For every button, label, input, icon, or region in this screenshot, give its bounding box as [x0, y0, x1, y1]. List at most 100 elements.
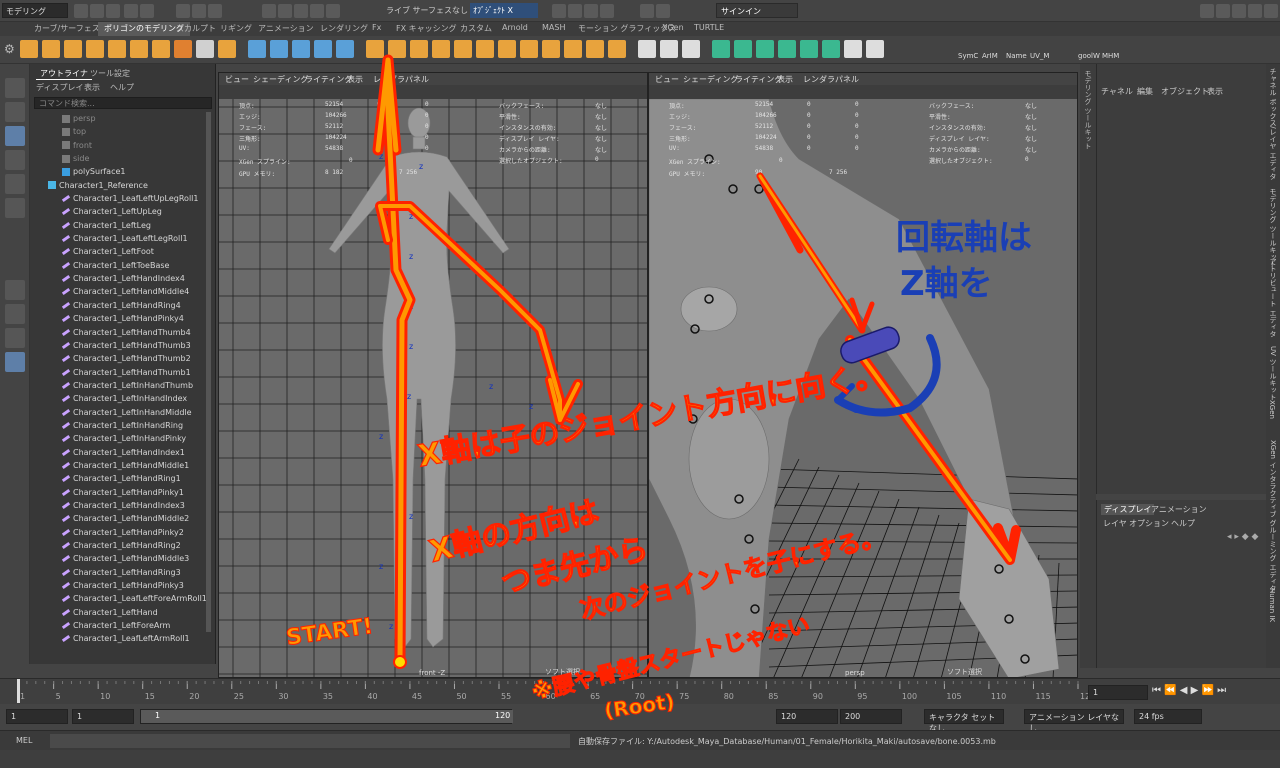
vp-menu-shading[interactable]: シェーディング	[683, 74, 738, 85]
range-start-field[interactable]: 1	[72, 709, 134, 724]
shelf-tool-icon[interactable]	[366, 40, 384, 58]
outliner-item[interactable]: Character1_LeftInHandPinky	[30, 432, 212, 445]
workspace-icon[interactable]	[1200, 4, 1214, 18]
outliner-item[interactable]: Character1_LeftForeArm	[30, 619, 212, 632]
human-ik-icon[interactable]	[656, 4, 670, 18]
shelf-tool-icon[interactable]	[454, 40, 472, 58]
vp-menu-show[interactable]: 表示	[777, 74, 793, 85]
outliner-item[interactable]: Character1_LeafLeftLegRoll1	[30, 232, 212, 245]
outliner-item[interactable]: persp	[30, 112, 212, 125]
end-frame-field[interactable]: 200	[840, 709, 902, 724]
outliner-item[interactable]: Character1_LeftHandThumb1	[30, 366, 212, 379]
select-object-icon[interactable]	[192, 4, 206, 18]
outliner-menu-show[interactable]: 表示	[84, 82, 100, 93]
shelf-tool-icon[interactable]	[734, 40, 752, 58]
shelf-tool-icon[interactable]	[682, 40, 700, 58]
outliner-item[interactable]: Character1_LeftHandMiddle4	[30, 285, 212, 298]
outliner-item[interactable]: Character1_LeafLeftForeArmRoll1	[30, 592, 212, 605]
current-frame-field[interactable]: 1	[1088, 685, 1148, 700]
outliner-item[interactable]: Character1_LeftInHandRing	[30, 419, 212, 432]
channel-box-toggle-icon[interactable]	[1264, 4, 1278, 18]
shelf-tool-icon[interactable]	[608, 40, 626, 58]
viewport-front[interactable]: ビュー シェーディング ライティング 表示 レンダラ パネル z z z z z z z z z…	[218, 72, 648, 678]
shelf-tool-icon[interactable]	[152, 40, 170, 58]
layer-menu-help[interactable]: ヘルプ	[1171, 518, 1195, 529]
outliner-item[interactable]: Character1_LeftHandRing2	[30, 539, 212, 552]
open-scene-icon[interactable]	[90, 4, 104, 18]
vp-menu-lighting[interactable]: ライティング	[735, 74, 782, 85]
mel-input[interactable]	[50, 734, 570, 748]
vertical-tab[interactable]: XGen	[1268, 400, 1276, 419]
vp-menu-panels[interactable]: パネル	[405, 74, 429, 85]
channel-menu-channels[interactable]: チャネル	[1101, 86, 1133, 97]
outliner-menu-help[interactable]: ヘルプ	[110, 82, 134, 93]
shelf-tool-icon[interactable]	[20, 40, 38, 58]
shelf-tab[interactable]: アニメーション	[252, 22, 320, 36]
outliner-item[interactable]: Character1_LeftFoot	[30, 245, 212, 258]
shelf-tool-icon[interactable]	[64, 40, 82, 58]
fps-select[interactable]: 24 fps	[1134, 709, 1202, 724]
sign-in-button[interactable]: サインイン	[716, 3, 798, 18]
render-settings-icon[interactable]	[584, 4, 598, 18]
channel-menu-show[interactable]: 表示	[1207, 86, 1223, 97]
shelf-tab[interactable]: カーブ/サーフェス	[28, 22, 106, 36]
tab-anim-layers[interactable]: アニメーション	[1151, 504, 1207, 515]
modeling-toolkit-label[interactable]: モデリング ツールキット	[1083, 70, 1093, 149]
shelf-custom-label[interactable]: SymC	[958, 52, 978, 60]
scale-tool-icon[interactable]	[5, 198, 25, 218]
outliner-item[interactable]: Character1_LeftHandRing1	[30, 472, 212, 485]
select-component-icon[interactable]	[208, 4, 222, 18]
outliner-item[interactable]: Character1_LeftInHandThumb	[30, 379, 212, 392]
shelf-tab[interactable]: カスタム	[454, 22, 498, 36]
snap-surface-icon[interactable]	[326, 4, 340, 18]
tab-tool-settings[interactable]: ツール設定	[86, 68, 134, 79]
shelf-tool-icon[interactable]	[800, 40, 818, 58]
channel-menu-edit[interactable]: 編集	[1137, 86, 1153, 97]
rotate-tool-icon[interactable]	[5, 174, 25, 194]
shelf-tool-icon[interactable]	[314, 40, 332, 58]
outliner-item[interactable]: Character1_LeftUpLeg	[30, 205, 212, 218]
vertical-tab[interactable]: アトリビュート エディタ	[1268, 258, 1278, 337]
vertical-tab[interactable]: Human IK	[1268, 588, 1276, 622]
shelf-tool-icon[interactable]	[866, 40, 884, 58]
outliner-item[interactable]: Character1_LeftHandPinky2	[30, 526, 212, 539]
shelf-tab[interactable]: レンダリング	[314, 22, 374, 36]
shelf-tab[interactable]: MASH	[536, 22, 571, 36]
tab-outliner[interactable]: アウトライナ	[36, 68, 92, 80]
outliner-item[interactable]: Character1_LeftHandRing4	[30, 299, 212, 312]
shelf-tab[interactable]: FX キャッシング	[390, 22, 463, 36]
outliner-item[interactable]: Character1_LeftHandPinky1	[30, 486, 212, 499]
shelf-tool-icon[interactable]	[542, 40, 560, 58]
redo-icon[interactable]	[140, 4, 154, 18]
character-set-select[interactable]: キャラクタ セットなし	[924, 709, 1004, 733]
shelf-custom-label[interactable]: ArIM	[982, 52, 998, 60]
outliner-layout-icon[interactable]	[5, 352, 25, 372]
outliner-item[interactable]: Character1_LeftHandIndex3	[30, 499, 212, 512]
shelf-tool-icon[interactable]	[822, 40, 840, 58]
shelf-tool-icon[interactable]	[130, 40, 148, 58]
render-icon[interactable]	[552, 4, 566, 18]
undo-icon[interactable]	[124, 4, 138, 18]
shelf-tool-icon[interactable]	[432, 40, 450, 58]
layer-move-icons[interactable]: ◂ ▸ ◆ ◆	[1227, 532, 1258, 542]
snap-point-icon[interactable]	[294, 4, 308, 18]
vp-menu-lighting[interactable]: ライティング	[305, 74, 352, 85]
outliner-item[interactable]: Character1_LeftLeg	[30, 219, 212, 232]
shelf-tool-icon[interactable]	[756, 40, 774, 58]
four-view-icon[interactable]	[5, 304, 25, 324]
outliner-item[interactable]: Character1_LeftHandThumb3	[30, 339, 212, 352]
vertical-tab[interactable]: XGen インタラクティブ グルーミング エディタ	[1268, 440, 1278, 592]
anim-layer-select[interactable]: アニメーション レイヤなし	[1024, 709, 1124, 733]
outliner-item[interactable]: Character1_LeftHandThumb4	[30, 326, 212, 339]
vp-menu-show[interactable]: 表示	[347, 74, 363, 85]
object-name-field[interactable]: ｵﾌﾞｼﾞｪｸﾄ X	[470, 3, 538, 18]
shelf-custom-label[interactable]: goolW	[1078, 52, 1100, 60]
outliner-item[interactable]: Character1_LeftHandIndex1	[30, 446, 212, 459]
vertical-tab[interactable]: UV ツールキット	[1268, 346, 1278, 400]
shelf-tool-icon[interactable]	[712, 40, 730, 58]
outliner-item[interactable]: front	[30, 139, 212, 152]
shelf-tool-icon[interactable]	[844, 40, 862, 58]
outliner-item[interactable]: Character1_LeftHandThumb2	[30, 352, 212, 365]
shelf-tool-icon[interactable]	[586, 40, 604, 58]
shelf-tool-icon[interactable]	[248, 40, 266, 58]
